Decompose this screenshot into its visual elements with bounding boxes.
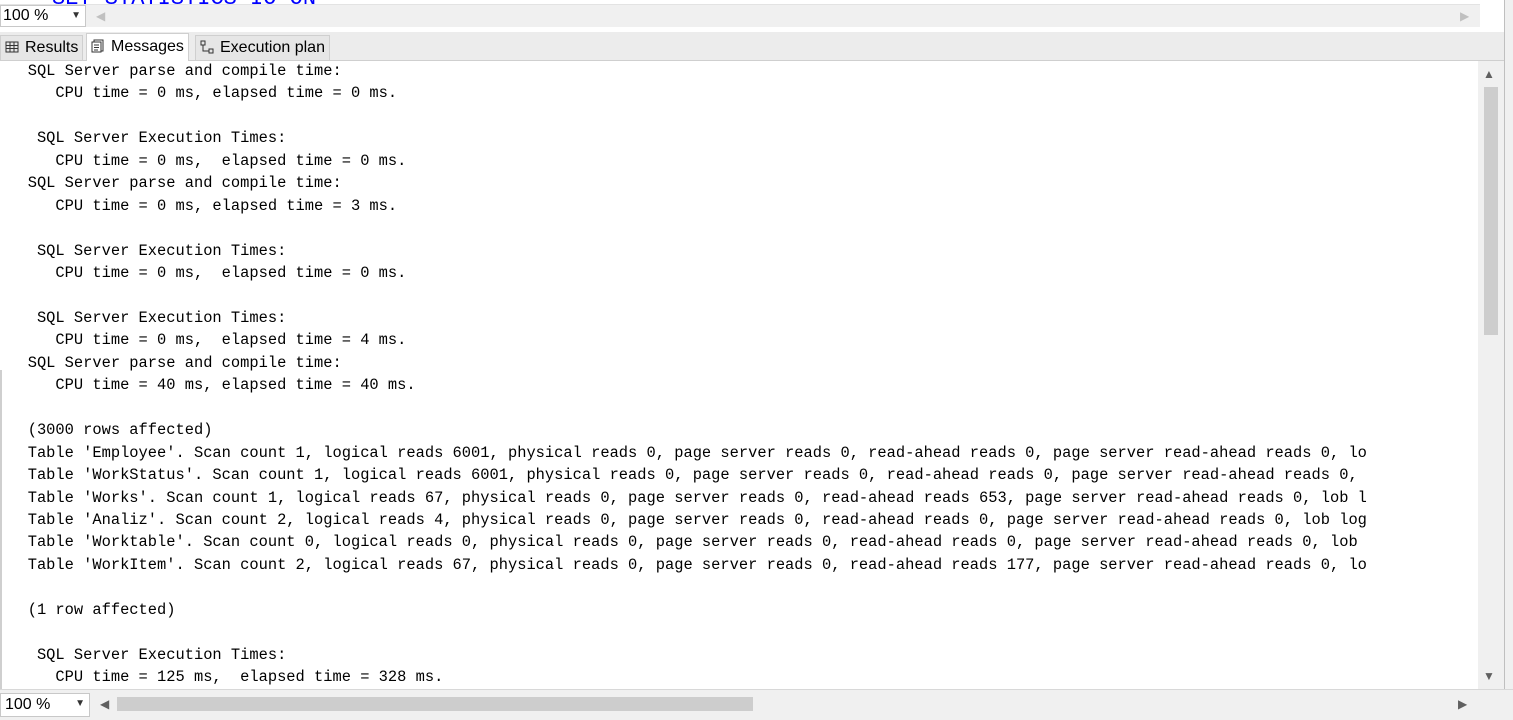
editor-zoom-select[interactable]: 100 % ▼ <box>0 5 86 27</box>
tab-messages[interactable]: Messages <box>86 33 189 61</box>
message-line: CPU time = 125 ms, elapsed time = 328 ms… <box>0 668 444 687</box>
scroll-down-icon[interactable]: ▼ <box>1483 669 1495 683</box>
tab-results[interactable]: Results <box>0 35 84 60</box>
query-results-pane: SET STATISTICS IO ON 100 % ▼ ◀ ▶ Results <box>0 0 1513 720</box>
tab-execution-plan-label: Execution plan <box>220 39 325 56</box>
message-line: SQL Server parse and compile time: <box>0 62 351 80</box>
grid-icon <box>5 41 19 53</box>
scroll-left-icon[interactable]: ◀ <box>100 695 109 713</box>
query-editor-strip[interactable]: SET STATISTICS IO ON 100 % ▼ ◀ ▶ <box>0 0 1505 32</box>
tab-execution-plan[interactable]: Execution plan <box>195 35 330 60</box>
chevron-down-icon[interactable]: ▼ <box>71 6 81 26</box>
message-line: CPU time = 0 ms, elapsed time = 0 ms. <box>0 264 407 283</box>
message-line: Table 'WorkItem'. Scan count 2, logical … <box>0 555 1367 574</box>
execution-plan-icon <box>200 40 214 54</box>
chevron-down-icon[interactable]: ▼ <box>75 694 85 714</box>
vertical-scroll-thumb[interactable] <box>1484 87 1498 335</box>
message-line: SQL Server parse and compile time: <box>0 174 351 193</box>
message-line: SQL Server Execution Times: <box>0 308 287 327</box>
bottom-scroll-bar: 100 % ▼ ◀ ▶ <box>0 689 1513 720</box>
tab-messages-label: Messages <box>111 38 184 55</box>
scroll-left-icon[interactable]: ◀ <box>96 6 105 26</box>
gutter-marker <box>0 370 2 690</box>
message-line: Table 'Works'. Scan count 1, logical rea… <box>0 488 1367 507</box>
message-line: CPU time = 0 ms, elapsed time = 0 ms. <box>0 84 398 103</box>
editor-zoom-row: 100 % ▼ ◀ ▶ <box>0 4 1480 27</box>
window-edge <box>1504 0 1513 689</box>
scroll-right-icon[interactable]: ▶ <box>1460 6 1469 26</box>
message-line: Table 'Worktable'. Scan count 0, logical… <box>0 533 1358 552</box>
message-line: CPU time = 0 ms, elapsed time = 3 ms. <box>0 196 398 215</box>
message-line: (3000 rows affected) <box>0 421 213 440</box>
vertical-scrollbar[interactable]: ▲ ▼ <box>1478 61 1504 689</box>
results-zoom-value: 100 % <box>5 696 51 713</box>
message-line: Table 'WorkStatus'. Scan count 1, logica… <box>0 466 1358 485</box>
message-line: Table 'Analiz'. Scan count 2, logical re… <box>0 511 1367 529</box>
message-line: SQL Server Execution Times: <box>0 645 287 664</box>
messages-icon <box>91 39 104 53</box>
horizontal-scroll-thumb[interactable] <box>117 697 753 711</box>
scroll-up-icon[interactable]: ▲ <box>1483 67 1495 81</box>
editor-zoom-value: 100 % <box>3 7 49 24</box>
message-line: CPU time = 0 ms, elapsed time = 4 ms. <box>0 331 407 350</box>
message-line: SQL Server Execution Times: <box>0 129 287 148</box>
message-line: SQL Server parse and compile time: <box>0 353 351 372</box>
tab-results-label: Results <box>25 39 79 56</box>
message-line: (1 row affected) <box>0 600 176 619</box>
message-line: Table 'Employee'. Scan count 1, logical … <box>0 443 1367 462</box>
messages-output[interactable]: SQL Server parse and compile time: CPU t… <box>0 61 1478 689</box>
results-zoom-select[interactable]: 100 % ▼ <box>0 693 90 717</box>
message-line: CPU time = 40 ms, elapsed time = 40 ms. <box>0 376 416 395</box>
message-line: SQL Server Execution Times: <box>0 241 287 260</box>
scroll-right-icon[interactable]: ▶ <box>1458 695 1467 713</box>
results-tab-bar: Results Messages Execution plan <box>0 32 1504 61</box>
message-line: CPU time = 0 ms, elapsed time = 0 ms. <box>0 151 407 170</box>
